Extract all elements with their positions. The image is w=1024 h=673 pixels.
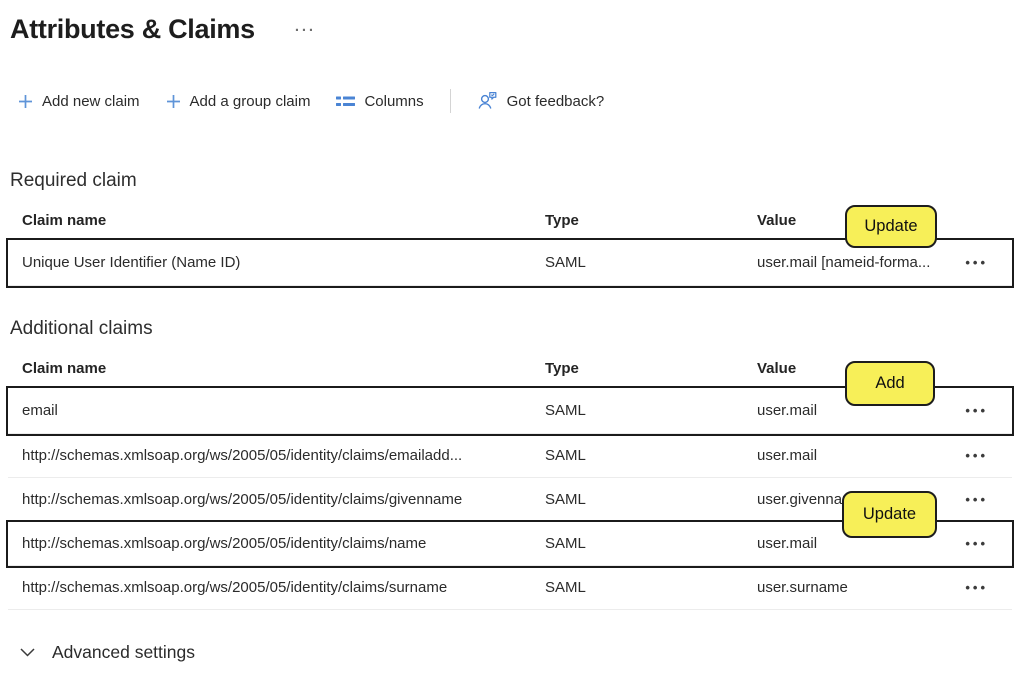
columns-icon [336,95,355,108]
claim-value-cell: user.mail [nameid-forma... [757,254,962,271]
claim-type-cell: SAML [545,491,757,508]
row-context-menu-icon[interactable]: ••• [962,403,1012,418]
claim-type-cell: SAML [545,535,757,552]
claim-row-surname[interactable]: http://schemas.xmlsoap.org/ws/2005/05/id… [8,566,1012,610]
feedback-icon [477,91,498,111]
annotation-update-name-claim: Update [842,491,937,538]
plus-icon [18,94,33,109]
claim-type-cell: SAML [545,579,757,596]
annotation-update-required-claim: Update [845,205,937,248]
add-new-claim-label: Add new claim [42,93,140,110]
claim-name-cell: http://schemas.xmlsoap.org/ws/2005/05/id… [22,535,545,552]
claim-name-cell: Unique User Identifier (Name ID) [22,254,545,271]
claim-name-cell: email [22,402,545,419]
page-header: Attributes & Claims ··· [0,0,1024,46]
claim-row-emailaddress[interactable]: http://schemas.xmlsoap.org/ws/2005/05/id… [8,434,1012,478]
columns-button[interactable]: Columns [336,93,423,110]
got-feedback-button[interactable]: Got feedback? [477,91,605,111]
page-title: Attributes & Claims [10,12,255,46]
toolbar-divider [450,89,451,113]
add-group-claim-label: Add a group claim [190,93,311,110]
claim-type-cell: SAML [545,254,757,271]
page-more-menu-icon[interactable]: ··· [295,22,316,39]
attributes-claims-page: Attributes & Claims ··· Add new claim Ad… [0,0,1024,673]
annotation-add-email-claim: Add [845,361,935,406]
got-feedback-label: Got feedback? [507,93,605,110]
columns-label: Columns [364,93,423,110]
row-context-menu-icon[interactable]: ••• [962,536,1012,551]
claim-name-cell: http://schemas.xmlsoap.org/ws/2005/05/id… [22,491,545,508]
add-group-claim-button[interactable]: Add a group claim [166,93,311,110]
plus-icon [166,94,181,109]
col-header-type: Type [545,360,757,377]
col-header-claim-name: Claim name [22,212,545,229]
row-context-menu-icon[interactable]: ••• [962,492,1012,507]
col-header-claim-name: Claim name [22,360,545,377]
claim-name-cell: http://schemas.xmlsoap.org/ws/2005/05/id… [22,447,545,464]
row-context-menu-icon[interactable]: ••• [962,448,1012,463]
claim-value-cell: user.mail [757,447,962,464]
add-new-claim-button[interactable]: Add new claim [18,93,140,110]
section-heading-additional-claims: Additional claims [10,316,1024,342]
chevron-down-icon [20,648,35,657]
toolbar: Add new claim Add a group claim Columns [18,86,1024,116]
claim-type-cell: SAML [545,402,757,419]
claim-type-cell: SAML [545,447,757,464]
col-header-type: Type [545,212,757,229]
advanced-settings-label: Advanced settings [52,642,195,663]
claim-name-cell: http://schemas.xmlsoap.org/ws/2005/05/id… [22,579,545,596]
advanced-settings-toggle[interactable]: Advanced settings [20,642,1024,663]
row-context-menu-icon[interactable]: ••• [962,255,1012,270]
section-heading-required-claim: Required claim [10,168,1024,194]
row-context-menu-icon[interactable]: ••• [962,580,1012,595]
claim-value-cell: user.surname [757,579,962,596]
